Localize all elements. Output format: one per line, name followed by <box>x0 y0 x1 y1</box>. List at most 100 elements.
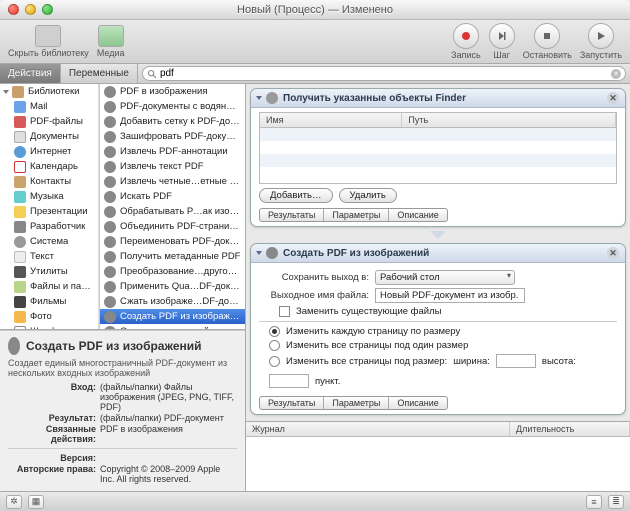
action-item[interactable]: PDF в изображения <box>100 84 245 99</box>
category-icon <box>14 266 26 278</box>
resize-each-radio[interactable] <box>269 326 280 337</box>
remove-step-button[interactable]: ✕ <box>607 92 619 104</box>
step-subtabs[interactable]: Результаты Параметры Описание <box>259 208 448 222</box>
toggle-library-button[interactable]: Скрыть библиотеку <box>8 25 89 58</box>
step-header[interactable]: Получить указанные объекты Finder ✕ <box>251 89 625 108</box>
category-icon <box>14 311 26 323</box>
step-header[interactable]: Создать PDF из изображений ✕ <box>251 244 625 263</box>
workflow-info-button[interactable]: ▦ <box>28 495 44 509</box>
subtab-params[interactable]: Параметры <box>324 397 389 409</box>
finder-items-table[interactable]: Имя Путь <box>259 112 617 184</box>
add-item-button[interactable]: Добавить… <box>259 188 333 203</box>
category-item[interactable]: Календарь <box>0 159 99 174</box>
stop-label: Остановить <box>523 50 572 60</box>
workflow-step-create-pdf[interactable]: Создать PDF из изображений ✕ Сохранить в… <box>250 243 626 415</box>
actions-list[interactable]: PDF в изображенияPDF-документы с водяным… <box>100 84 245 329</box>
save-location-select[interactable]: Рабочий стол <box>375 270 515 285</box>
category-icon <box>14 281 26 293</box>
action-item[interactable]: Получить метаданные PDF <box>100 249 245 264</box>
remove-step-button[interactable]: ✕ <box>607 247 619 259</box>
view-list-button[interactable]: ≡ <box>586 495 602 509</box>
label-copyright: Авторские права: <box>8 464 100 484</box>
category-item[interactable]: Утилиты <box>0 264 99 279</box>
category-item[interactable]: Фото <box>0 309 99 324</box>
action-item[interactable]: Объединить PDF-страницы <box>100 219 245 234</box>
gear-menu-button[interactable]: ✲ <box>6 495 22 509</box>
subtab-params[interactable]: Параметры <box>324 209 389 221</box>
category-item[interactable]: Шрифты <box>0 324 99 329</box>
action-item[interactable]: Переименовать PDF-документы <box>100 234 245 249</box>
output-name-input[interactable]: Новый PDF-документ из изобр. <box>375 288 525 303</box>
library-column: Библиотеки MailPDF-файлыДокументыИнтерне… <box>0 84 246 491</box>
category-item[interactable]: Музыка <box>0 189 99 204</box>
action-item[interactable]: Создать контактный лист в PDF <box>100 324 245 329</box>
resize-all-one-radio[interactable] <box>269 340 280 351</box>
category-item[interactable]: Текст <box>0 249 99 264</box>
action-icon <box>104 221 116 233</box>
run-button[interactable]: Запустить <box>580 23 622 60</box>
category-item[interactable]: Файлы и папки <box>0 279 99 294</box>
category-label: Шрифты <box>30 325 68 329</box>
media-button[interactable]: Медиа <box>97 25 125 58</box>
category-list[interactable]: Библиотеки MailPDF-файлыДокументыИнтерне… <box>0 84 100 329</box>
action-item[interactable]: Сжать изображе…DF-документах <box>100 294 245 309</box>
subtab-desc[interactable]: Описание <box>389 397 446 409</box>
replace-checkbox[interactable] <box>279 306 290 317</box>
search-field[interactable]: ✕ <box>142 66 626 81</box>
category-item[interactable]: Система <box>0 234 99 249</box>
action-item[interactable]: Обрабатывать P…ак изображения <box>100 204 245 219</box>
titlebar: Новый (Процесс) — Изменено <box>0 0 630 20</box>
action-item[interactable]: Искать PDF <box>100 189 245 204</box>
category-item[interactable]: Разработчик <box>0 219 99 234</box>
category-item[interactable]: Mail <box>0 99 99 114</box>
disclosure-icon[interactable] <box>256 96 262 100</box>
subtab-desc[interactable]: Описание <box>389 209 446 221</box>
action-label: Извлечь текст PDF <box>120 160 204 173</box>
category-item[interactable]: Интернет <box>0 144 99 159</box>
category-item[interactable]: Фильмы <box>0 294 99 309</box>
remove-item-button[interactable]: Удалить <box>339 188 397 203</box>
action-icon <box>104 116 116 128</box>
tab-actions[interactable]: Действия <box>0 64 61 83</box>
category-item[interactable]: Контакты <box>0 174 99 189</box>
action-item[interactable]: Зашифровать PDF-документы <box>100 129 245 144</box>
subtab-results[interactable]: Результаты <box>260 397 324 409</box>
category-item[interactable]: Презентации <box>0 204 99 219</box>
step-subtabs[interactable]: Результаты Параметры Описание <box>259 396 448 410</box>
category-library-root[interactable]: Библиотеки <box>0 84 99 99</box>
record-label: Запись <box>451 50 481 60</box>
category-label: Фильмы <box>30 295 66 308</box>
stop-button[interactable]: Остановить <box>523 23 572 60</box>
action-item[interactable]: Создать PDF из изображений <box>100 309 245 324</box>
action-icon <box>104 176 116 188</box>
disclosure-icon[interactable] <box>256 251 262 255</box>
search-input[interactable] <box>160 68 608 79</box>
radio-label: Изменить каждую страницу по размеру <box>286 326 460 337</box>
action-item[interactable]: Извлечь текст PDF <box>100 159 245 174</box>
action-item[interactable]: Применить Qua…DF-документам <box>100 279 245 294</box>
action-item[interactable]: Извлечь четные…етные страницы <box>100 174 245 189</box>
clear-search-icon[interactable]: ✕ <box>611 69 621 79</box>
category-icon <box>14 191 26 203</box>
category-icon <box>14 326 26 330</box>
label-version: Версия: <box>8 453 100 463</box>
height-input[interactable] <box>269 374 309 388</box>
step-title: Создать PDF из изображений <box>283 248 429 259</box>
action-item[interactable]: Извлечь PDF-аннотации <box>100 144 245 159</box>
width-input[interactable] <box>496 354 536 368</box>
action-item[interactable]: PDF-документы с водяным знаком <box>100 99 245 114</box>
category-item[interactable]: PDF-файлы <box>0 114 99 129</box>
library-icon <box>12 86 24 98</box>
subtab-results[interactable]: Результаты <box>260 209 324 221</box>
workflow-canvas[interactable]: Получить указанные объекты Finder ✕ Имя … <box>246 84 630 421</box>
action-item[interactable]: Добавить сетку к PDF-документам <box>100 114 245 129</box>
step-button[interactable]: Шаг <box>489 23 515 60</box>
log-body[interactable] <box>246 437 630 491</box>
action-item[interactable]: Преобразование…другой формат <box>100 264 245 279</box>
view-flow-button[interactable]: ≣ <box>608 495 624 509</box>
category-item[interactable]: Документы <box>0 129 99 144</box>
tab-variables[interactable]: Переменные <box>61 64 138 83</box>
workflow-step-finder-items[interactable]: Получить указанные объекты Finder ✕ Имя … <box>250 88 626 227</box>
record-button[interactable]: Запись <box>451 23 481 60</box>
resize-custom-radio[interactable] <box>269 356 280 367</box>
